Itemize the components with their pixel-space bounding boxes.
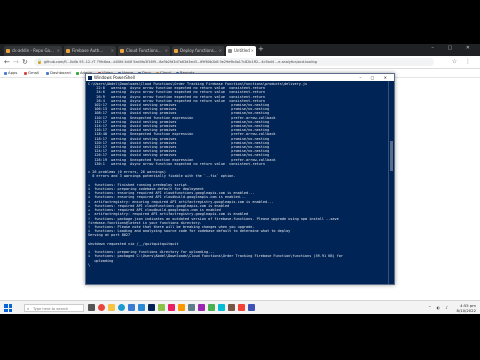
firebase-icon	[120, 49, 124, 53]
powershell-window[interactable]: Windows PowerShell – ▢ ✕ C:\Users\Abdel\…	[85, 73, 395, 285]
taskbar-search-input[interactable]: ⌕ Type here to search	[24, 304, 84, 312]
window-controls[interactable]: – ▢ ✕	[431, 45, 476, 51]
tab-label: Cloud Functions...	[126, 48, 162, 53]
chrome-icon[interactable]	[98, 304, 105, 311]
browser-tab-4[interactable]: Deploy functions... ✕	[172, 46, 224, 56]
terminal-scrollbar[interactable]	[388, 81, 394, 284]
apps-icon	[4, 71, 7, 75]
lock-icon: 🔒	[37, 59, 42, 64]
windows-taskbar: ⌕ Type here to search ⌃ ◐ ♪ 4:55 pm 8/10…	[0, 300, 480, 314]
search-placeholder: Type here to search	[33, 307, 69, 311]
browser-tab-2[interactable]: Firebase Auth... ✕	[64, 46, 116, 56]
clock-date: 8/10/2022	[456, 308, 476, 313]
github-icon	[6, 49, 10, 53]
powershell-title: Windows PowerShell	[94, 75, 135, 80]
bookmark-item[interactable]: Apps	[4, 69, 17, 77]
vscode-icon[interactable]	[138, 304, 145, 311]
desktop-screen: ck-addin - Repo Ga... ✕ Firebase Auth...…	[0, 44, 480, 314]
bookmark-item[interactable]: Dashboard	[46, 69, 71, 77]
tab-label: Untitled	[234, 48, 250, 53]
search-icon: ⌕	[27, 306, 30, 311]
browser-tab-3[interactable]: Cloud Functions... ✕	[118, 46, 170, 56]
window-controls[interactable]: – ▢ ✕	[359, 74, 391, 81]
firebase-icon	[66, 49, 70, 53]
new-tab-button[interactable]: +	[258, 45, 264, 53]
bookmark-icon	[76, 71, 79, 75]
app-icon[interactable]	[188, 304, 195, 311]
powershell-icon	[88, 75, 92, 80]
edge-icon[interactable]	[118, 304, 125, 311]
system-tray-icons[interactable]: ⌃ ◐ ♪	[428, 305, 450, 310]
close-icon[interactable]: ✕	[219, 46, 222, 56]
app-icon[interactable]	[178, 304, 185, 311]
powershell-title-bar[interactable]: Windows PowerShell – ▢ ✕	[86, 74, 394, 81]
app-icon[interactable]	[208, 304, 215, 311]
browser-tab-active[interactable]: Untitled ✕	[226, 46, 256, 56]
address-text: github.com/fl...0x0b 93..12..f7 79fc6ea.…	[44, 60, 317, 64]
scrollbar-thumb[interactable]	[390, 141, 393, 171]
app-icon[interactable]	[248, 304, 255, 311]
app-icon[interactable]	[158, 304, 165, 311]
close-icon[interactable]: ✕	[165, 46, 168, 56]
extensions-icon[interactable]: ☆ ⋮	[452, 58, 474, 65]
app-icon[interactable]	[168, 304, 175, 311]
app-icon[interactable]	[198, 304, 205, 311]
tab-label: Firebase Auth...	[72, 48, 104, 53]
windows-start-icon[interactable]	[4, 304, 12, 312]
file-explorer-icon[interactable]	[108, 304, 115, 311]
forward-icon[interactable]: →	[13, 58, 19, 66]
app-icon[interactable]	[228, 304, 235, 311]
address-bar[interactable]: 🔒 github.com/fl...0x0b 93..12..f7 79fc6e…	[34, 58, 434, 66]
back-icon[interactable]: ←	[4, 58, 10, 66]
bookmark-icon	[24, 71, 27, 75]
tab-label: ck-addin - Repo Ga...	[12, 48, 54, 53]
app-icon[interactable]	[218, 304, 225, 311]
browser-tab-strip: ck-addin - Repo Ga... ✕ Firebase Auth...…	[0, 44, 480, 56]
tab-label: Deploy functions...	[180, 48, 218, 53]
close-icon[interactable]: ✕	[57, 46, 60, 56]
app-icon[interactable]	[238, 304, 245, 311]
browser-tab-1[interactable]: ck-addin - Repo Ga... ✕	[4, 46, 62, 56]
store-icon[interactable]	[128, 304, 135, 311]
browser-toolbar: ← → ↻ 🔒 github.com/fl...0x0b 93..12..f7 …	[0, 56, 480, 69]
clock[interactable]: 4:55 pm 8/10/2022	[457, 303, 476, 313]
firebase-icon	[174, 49, 178, 53]
bookmark-item[interactable]: Gmail	[24, 69, 39, 77]
terminal-output[interactable]: C:\Users\Abdel\Downloads\Cloud Functions…	[86, 81, 394, 268]
powershell-taskbar-icon[interactable]	[148, 304, 155, 311]
page-icon	[228, 49, 232, 53]
bookmark-icon	[46, 71, 49, 75]
reload-icon[interactable]: ↻	[22, 58, 28, 66]
task-view-icon[interactable]	[88, 304, 95, 311]
close-icon[interactable]: ✕	[111, 46, 114, 56]
close-icon[interactable]: ✕	[251, 46, 254, 56]
